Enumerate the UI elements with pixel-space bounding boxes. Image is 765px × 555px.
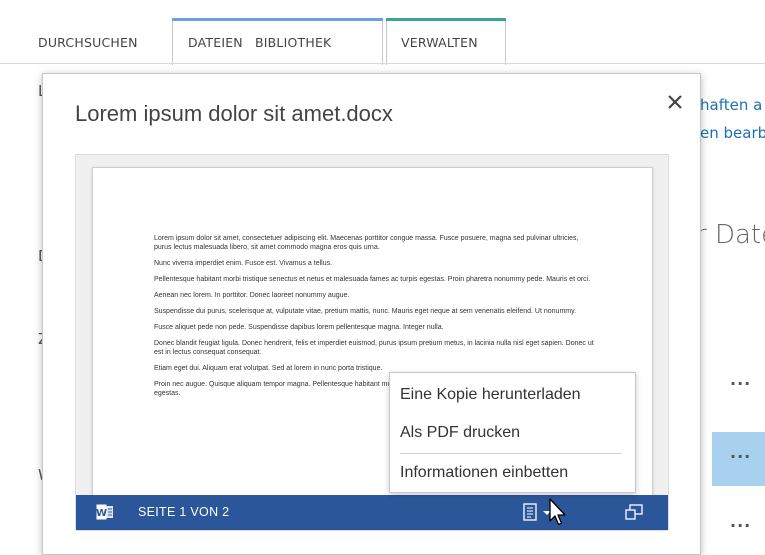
doc-paragraph: Pellentesque habitant morbi tristique se…: [154, 276, 591, 283]
viewer-toolbar: W SEITE 1 VON 2: [76, 495, 668, 530]
row-more-button[interactable]: ...: [730, 370, 751, 389]
menu-item-print-pdf[interactable]: Als PDF drucken: [400, 424, 520, 442]
page-menu-icon: [523, 503, 537, 521]
doc-paragraph: Lorem ipsum dolor sit amet, consectetuer…: [154, 235, 579, 251]
tab-files[interactable]: DATEIEN: [188, 22, 243, 64]
doc-paragraph: Fusce aliquet pede non pede. Suspendisse…: [154, 324, 444, 331]
menu-separator: [400, 453, 622, 454]
callout-title: Lorem ipsum dolor sit amet.docx: [75, 101, 393, 126]
doc-paragraph: Nunc viverra imperdiet enim. Fusce est. …: [154, 260, 333, 267]
ribbon: DURCHSUCHEN DATEIEN BIBLIOTHEK VERWALTEN: [0, 0, 765, 65]
doc-paragraph: Aenean nec lorem. In porttitor. Donec la…: [154, 292, 350, 299]
bg-link-properties[interactable]: haften a: [700, 96, 762, 114]
row-more-button[interactable]: ...: [730, 443, 751, 462]
manage-group-accent: [386, 18, 506, 21]
menu-item-download-copy[interactable]: Eine Kopie herunterladen: [400, 386, 581, 404]
page-indicator: SEITE 1 VON 2: [138, 505, 230, 519]
svg-text:W: W: [96, 508, 107, 519]
row-more-button[interactable]: ...: [730, 512, 751, 531]
doc-paragraph: Donec blandit feugiat ligula. Donec hend…: [154, 340, 594, 356]
document-actions-menu: Eine Kopie herunterladen Als PDF drucken…: [389, 372, 636, 493]
popout-icon[interactable]: [625, 504, 643, 520]
bg-heading: r Date: [696, 220, 765, 250]
close-icon[interactable]: [663, 90, 687, 114]
menu-item-embed-info[interactable]: Informationen einbetten: [400, 464, 568, 482]
tab-library[interactable]: BIBLIOTHEK: [255, 22, 331, 64]
callout-notch: [700, 447, 712, 471]
mouse-cursor-icon: [549, 498, 566, 526]
bg-link-edit[interactable]: en bearb: [700, 124, 765, 142]
ribbon-divider: [0, 63, 765, 64]
files-group-accent: [172, 18, 383, 21]
word-icon: W: [96, 504, 113, 520]
tab-browse[interactable]: DURCHSUCHEN: [38, 22, 138, 64]
tab-manage[interactable]: VERWALTEN: [401, 22, 478, 64]
doc-paragraph: Suspendisse dui purus, scelerisque at, v…: [154, 308, 577, 315]
